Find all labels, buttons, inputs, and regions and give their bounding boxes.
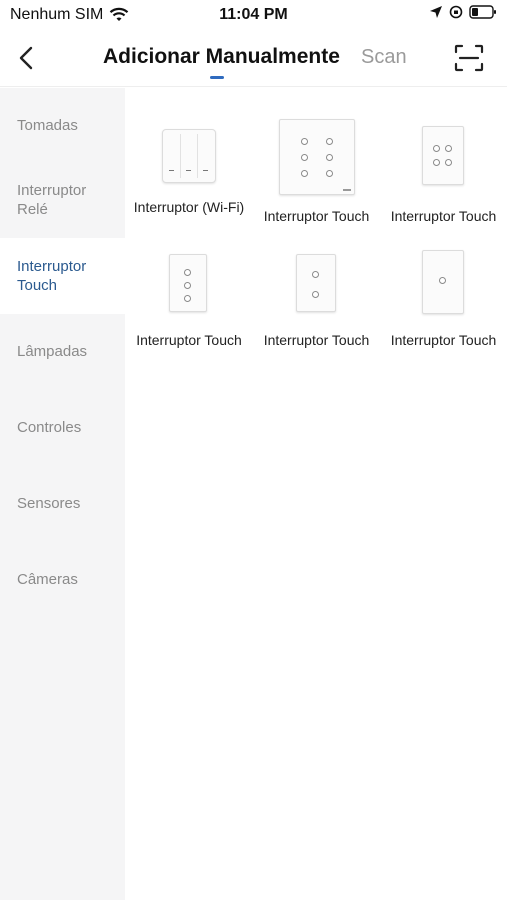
touch-switch-1-gang-icon (422, 250, 464, 314)
sidebar-item-controles[interactable]: Controles (0, 390, 125, 466)
sidebar-item-cameras[interactable]: Câmeras (0, 542, 125, 618)
sidebar-item-label: Lâmpadas (17, 343, 88, 360)
product-card[interactable]: Interruptor Touch (125, 248, 253, 358)
sidebar-item-label: Interruptor Touch (17, 258, 87, 294)
sidebar-item-interruptor-touch[interactable]: Interruptor Touch (0, 238, 125, 314)
category-sidebar: Tomadas Interruptor Relé Interruptor Tou… (0, 88, 125, 900)
sidebar-item-label: Tomadas (17, 117, 78, 134)
sidebar-item-label: Controles (17, 419, 82, 436)
navigation-bar: Adicionar Manualmente Scan (0, 34, 507, 87)
product-card[interactable]: Interruptor Touch (380, 248, 507, 358)
location-arrow-icon (430, 6, 442, 18)
sidebar-item-label: Sensores (17, 495, 81, 512)
wifi-switch-3-gang-icon (162, 129, 216, 183)
product-card[interactable]: Interruptor Touch (253, 248, 380, 358)
status-bar: Nenhum SIM 11:04 PM (0, 0, 507, 34)
touch-switch-4-gang-icon (422, 126, 464, 185)
sidebar-item-label: Interruptor Relé (17, 182, 87, 218)
product-grid: Interruptor (Wi-Fi) Interruptor Touch In… (125, 88, 507, 900)
product-label: Interruptor Touch (263, 208, 370, 224)
touch-switch-3-gang-icon (169, 254, 207, 312)
product-label: Interruptor (Wi-Fi) (133, 199, 245, 215)
active-tab-indicator (210, 76, 224, 79)
sidebar-item-tomadas[interactable]: Tomadas (0, 88, 125, 164)
back-button[interactable] (14, 42, 44, 74)
scan-button[interactable] (453, 43, 485, 73)
sidebar-item-interruptor-rele[interactable]: Interruptor Relé (0, 164, 125, 238)
sidebar-item-label: Câmeras (17, 571, 78, 588)
sidebar-item-sensores[interactable]: Sensores (0, 466, 125, 542)
product-label: Interruptor Touch (136, 332, 242, 348)
status-right (429, 5, 497, 19)
product-label: Interruptor Touch (390, 332, 497, 348)
battery-icon (469, 5, 496, 19)
scan-tab[interactable]: Scan (361, 46, 407, 69)
page-title[interactable]: Adicionar Manualmente (103, 45, 340, 69)
chevron-left-icon (19, 46, 33, 70)
product-card[interactable]: Interruptor Touch (253, 116, 380, 236)
product-card[interactable]: Interruptor (Wi-Fi) (125, 116, 253, 236)
product-label: Interruptor Touch (263, 332, 370, 348)
touch-switch-2-gang-icon (296, 254, 336, 312)
orientation-lock-icon (449, 5, 463, 19)
sidebar-item-lampadas[interactable]: Lâmpadas (0, 314, 125, 390)
product-card[interactable]: Interruptor Touch (380, 116, 507, 236)
product-label: Interruptor Touch (390, 208, 497, 224)
scan-frame-icon (454, 44, 484, 72)
touch-switch-6-gang-icon (279, 119, 355, 195)
